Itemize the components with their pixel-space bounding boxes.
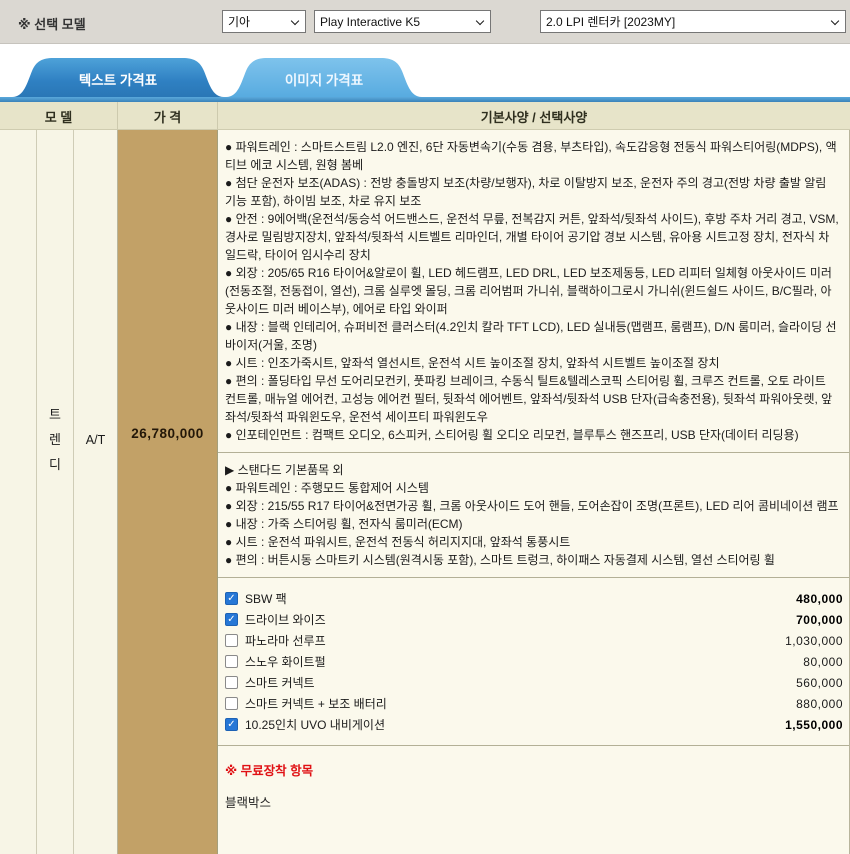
divider [218,745,849,746]
standard-section: ▶ 스탠다드 기본품목 외 ● 파워트레인 : 주행모드 통합제어 시스템● 외… [218,461,849,569]
option-label[interactable]: 파노라마 선루프 [245,632,326,649]
spec-paragraph: ● 내장 : 블랙 인테리어, 슈퍼비전 클러스터(4.2인치 칼라 TFT L… [225,318,839,354]
trim-select[interactable]: 2.0 LPI 렌터카 [2023MY] [540,10,846,33]
price-cell: 26,780,000 [118,130,218,854]
standard-item-list: ● 파워트레인 : 주행모드 통합제어 시스템● 외장 : 215/55 R17… [225,479,839,569]
option-label[interactable]: 드라이브 와이즈 [245,611,326,628]
checkbox[interactable] [225,634,238,647]
trim-cell: 트렌디 [37,130,74,854]
model-group-cell [0,130,37,854]
option-list: SBW 팩 480,000 드라이브 와이즈 700,000 파노라마 선루프 … [218,586,849,737]
option-label[interactable]: 스마트 커넥트 + 보조 배터리 [245,695,387,712]
free-items-section: ※ 무료장착 항목 블랙박스 [218,754,849,811]
option-price: 880,000 [796,697,843,711]
divider [218,452,849,453]
free-item-list: 블랙박스 [225,792,839,811]
option-price: 560,000 [796,676,843,690]
checkbox[interactable] [225,718,238,731]
spec-paragraph: ● 시트 : 운전석 파워시트, 운전석 전동식 허리지지대, 앞좌석 통풍시트 [225,533,839,551]
spec-paragraph: ● 파워트레인 : 주행모드 통합제어 시스템 [225,479,839,497]
tab-text-price[interactable]: 텍스트 가격표 [12,58,224,97]
standard-title: ▶ 스탠다드 기본품목 외 [225,461,839,479]
brand-select-value: 기아 [228,13,250,30]
option-row[interactable]: 스노우 화이트펄 80,000 [218,651,849,672]
spec-paragraph: ● 파워트레인 : 스마트스트림 L2.0 엔진, 6단 자동변속기(수동 겸용… [225,138,839,174]
tab-band: 텍스트 가격표 이미지 가격표 [0,44,850,97]
spec-paragraph: ● 내장 : 가죽 스티어링 휠, 전자식 룸미러(ECM) [225,515,839,533]
chevron-down-icon [831,17,839,25]
table-header: 모 델 가 격 기본사양 / 선택사양 [0,102,850,130]
option-price: 1,550,000 [785,718,843,732]
spec-paragraph: ● 외장 : 205/65 R16 타이어&알로이 휠, LED 헤드램프, L… [225,264,839,318]
spec-paragraph: ● 첨단 운전자 보조(ADAS) : 전방 충돌방지 보조(차량/보행자), … [225,174,839,210]
select-model-label: ※ 선택 모델 [18,14,86,33]
spec-paragraph: ● 안전 : 9에어백(운전석/동승석 어드밴스드, 운전석 무릎, 전복감지 … [225,210,839,264]
checkbox[interactable] [225,592,238,605]
base-spec-list: ● 파워트레인 : 스마트스트림 L2.0 엔진, 6단 자동변속기(수동 겸용… [218,130,849,444]
free-items-title: ※ 무료장착 항목 [225,760,839,779]
option-label[interactable]: 스마트 커넥트 [245,674,315,691]
spec-paragraph: ● 외장 : 215/55 R17 타이어&전면가공 휠, 크롬 아웃사이드 도… [225,497,839,515]
price-value: 26,780,000 [118,426,217,441]
checkbox[interactable] [225,655,238,668]
tab-image-price[interactable]: 이미지 가격표 [226,58,422,97]
col-header-price: 가 격 [117,102,218,130]
option-price: 1,030,000 [785,634,843,648]
col-header-model: 모 델 [0,102,117,130]
chevron-down-icon [291,17,299,25]
option-price: 480,000 [796,592,843,606]
model-select[interactable]: Play Interactive K5 [314,10,491,33]
checkbox[interactable] [225,676,238,689]
option-row[interactable]: 파노라마 선루프 1,030,000 [218,630,849,651]
transmission-value: A/T [74,433,117,447]
model-selector-bar: ※ 선택 모델 기아 Play Interactive K5 2.0 LPI 렌… [0,0,850,44]
option-price: 80,000 [803,655,843,669]
transmission-cell: A/T [74,130,118,854]
option-label[interactable]: SBW 팩 [245,590,287,607]
option-price: 700,000 [796,613,843,627]
option-label[interactable]: 10.25인치 UVO 내비게이션 [245,716,385,733]
trim-select-value: 2.0 LPI 렌터카 [2023MY] [546,13,675,30]
trim-name: 트렌디 [37,402,73,477]
model-select-value: Play Interactive K5 [320,15,420,29]
option-label[interactable]: 스노우 화이트펄 [245,653,326,670]
option-row[interactable]: 드라이브 와이즈 700,000 [218,609,849,630]
price-sheet-page: ※ 선택 모델 기아 Play Interactive K5 2.0 LPI 렌… [0,0,850,854]
checkbox[interactable] [225,697,238,710]
free-item: 블랙박스 [225,792,839,811]
checkbox[interactable] [225,613,238,626]
spec-paragraph: ● 인포테인먼트 : 컴팩트 오디오, 6스피커, 스티어링 휠 오디오 리모컨… [225,426,839,444]
table-body: 트렌디 A/T 26,780,000 ● 파워트레인 : 스마트스트림 L2.0… [0,130,850,854]
spec-cell: ● 파워트레인 : 스마트스트림 L2.0 엔진, 6단 자동변속기(수동 겸용… [218,130,850,854]
spec-paragraph: ● 편의 : 폴딩타입 무선 도어리모컨키, 풋파킹 브레이크, 수동식 틸트&… [225,372,839,426]
option-row[interactable]: 10.25인치 UVO 내비게이션 1,550,000 [218,714,849,735]
col-header-spec: 기본사양 / 선택사양 [218,102,850,130]
spec-paragraph: ● 시트 : 인조가죽시트, 앞좌석 열선시트, 운전석 시트 높이조절 장치,… [225,354,839,372]
option-row[interactable]: 스마트 커넥트 560,000 [218,672,849,693]
option-row[interactable]: 스마트 커넥트 + 보조 배터리 880,000 [218,693,849,714]
divider [218,577,849,578]
chevron-down-icon [476,17,484,25]
spec-paragraph: ● 편의 : 버튼시동 스마트키 시스템(원격시동 포함), 스마트 트렁크, … [225,551,839,569]
option-row[interactable]: SBW 팩 480,000 [218,588,849,609]
brand-select[interactable]: 기아 [222,10,306,33]
